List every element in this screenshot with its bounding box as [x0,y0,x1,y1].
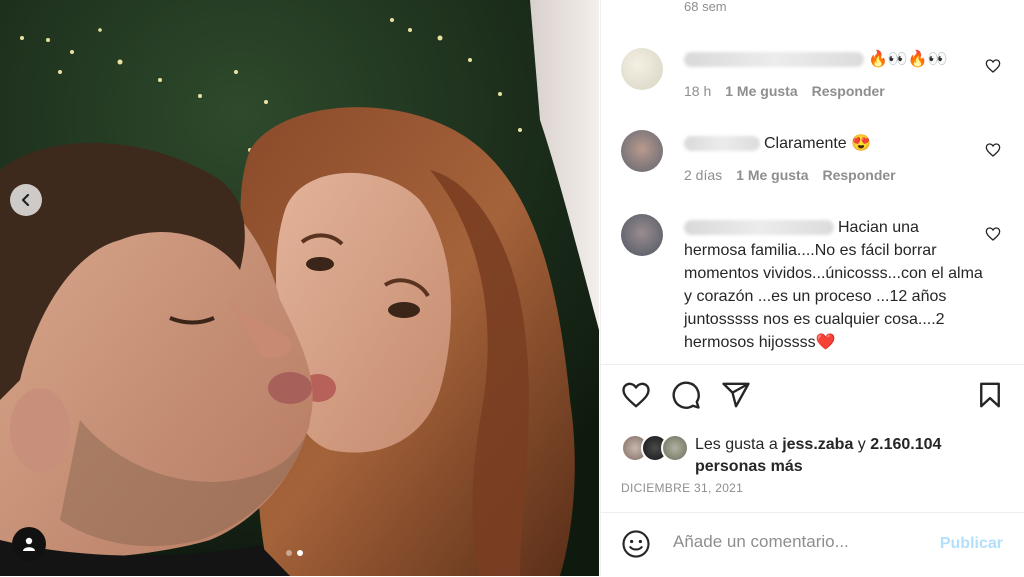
comment-text: Hacian una hermosa familia....No es fáci… [684,219,983,351]
liker-username-link[interactable]: jess.zaba [782,436,853,453]
paper-plane-icon[interactable] [721,380,751,410]
smiley-icon[interactable] [621,529,651,559]
comment-time: 2 días [684,167,723,183]
comments-panel: 68 sem 🔥👀🔥👀 18 h 1 Me gusta Responder Cl… [600,0,1024,576]
likes-suffix[interactable]: personas más [695,458,803,475]
username-redacted[interactable] [684,136,760,152]
comment-meta: 2 días 1 Me gusta Responder [684,167,896,183]
post-photo [0,0,599,576]
likes-prefix: Les gusta a [695,436,778,453]
comment-like-heart-icon[interactable] [985,58,1001,74]
comment-likes-link[interactable]: 1 Me gusta [725,83,797,99]
comment-text: Claramente 😍 [764,135,872,152]
chevron-left-icon [21,193,30,207]
comment-body: 🔥👀🔥👀 [684,48,984,71]
comment-text: 🔥👀🔥👀 [868,51,948,68]
avatar[interactable] [621,48,663,90]
reply-button[interactable]: Responder [823,167,896,183]
user-tag-icon [23,537,35,551]
avatar[interactable] [621,130,663,172]
comment-meta: 18 h 1 Me gusta Responder [684,83,885,99]
comment-body: Hacian una hermosa familia....No es fáci… [684,216,984,354]
username-redacted[interactable] [684,220,834,236]
comment-like-heart-icon[interactable] [985,226,1001,242]
comment-item: 🔥👀🔥👀 18 h 1 Me gusta Responder [621,46,1021,106]
carousel-indicator [286,550,303,556]
previous-comment-timestamp: 68 sem [684,0,727,14]
comment-likes-link[interactable]: 1 Me gusta [736,167,808,183]
divider [601,364,1024,365]
comment-input[interactable] [671,531,925,553]
heart-icon[interactable] [621,380,651,410]
post-actions [621,380,1005,412]
carousel-dot [286,550,292,556]
avatar [661,434,689,462]
post-date[interactable]: DICIEMBRE 31, 2021 [621,481,743,495]
comment-body: Claramente 😍 [684,132,984,155]
likes-text: Les gusta a jess.zaba y 2.160.104 person… [695,434,995,478]
reply-button[interactable]: Responder [812,83,885,99]
likes-connector: y [857,436,866,453]
carousel-dot-active [297,550,303,556]
publish-button[interactable]: Publicar [940,535,1003,553]
comment-time: 18 h [684,83,712,99]
comment-item: Claramente 😍 2 días 1 Me gusta Responder [621,130,1021,190]
comment-like-heart-icon[interactable] [985,142,1001,158]
photo-scene [0,0,599,576]
comment-item: Hacian una hermosa familia....No es fáci… [621,212,1021,362]
likes-count-link[interactable]: 2.160.104 [870,436,941,453]
add-comment-bar: Publicar [601,512,1024,577]
comment-icon[interactable] [671,380,701,410]
carousel-prev-button[interactable] [10,184,42,216]
avatar[interactable] [621,214,663,256]
bookmark-icon[interactable] [975,380,1005,410]
liker-avatars[interactable] [621,432,689,462]
username-redacted[interactable] [684,52,864,68]
tagged-users-button[interactable] [12,527,46,561]
